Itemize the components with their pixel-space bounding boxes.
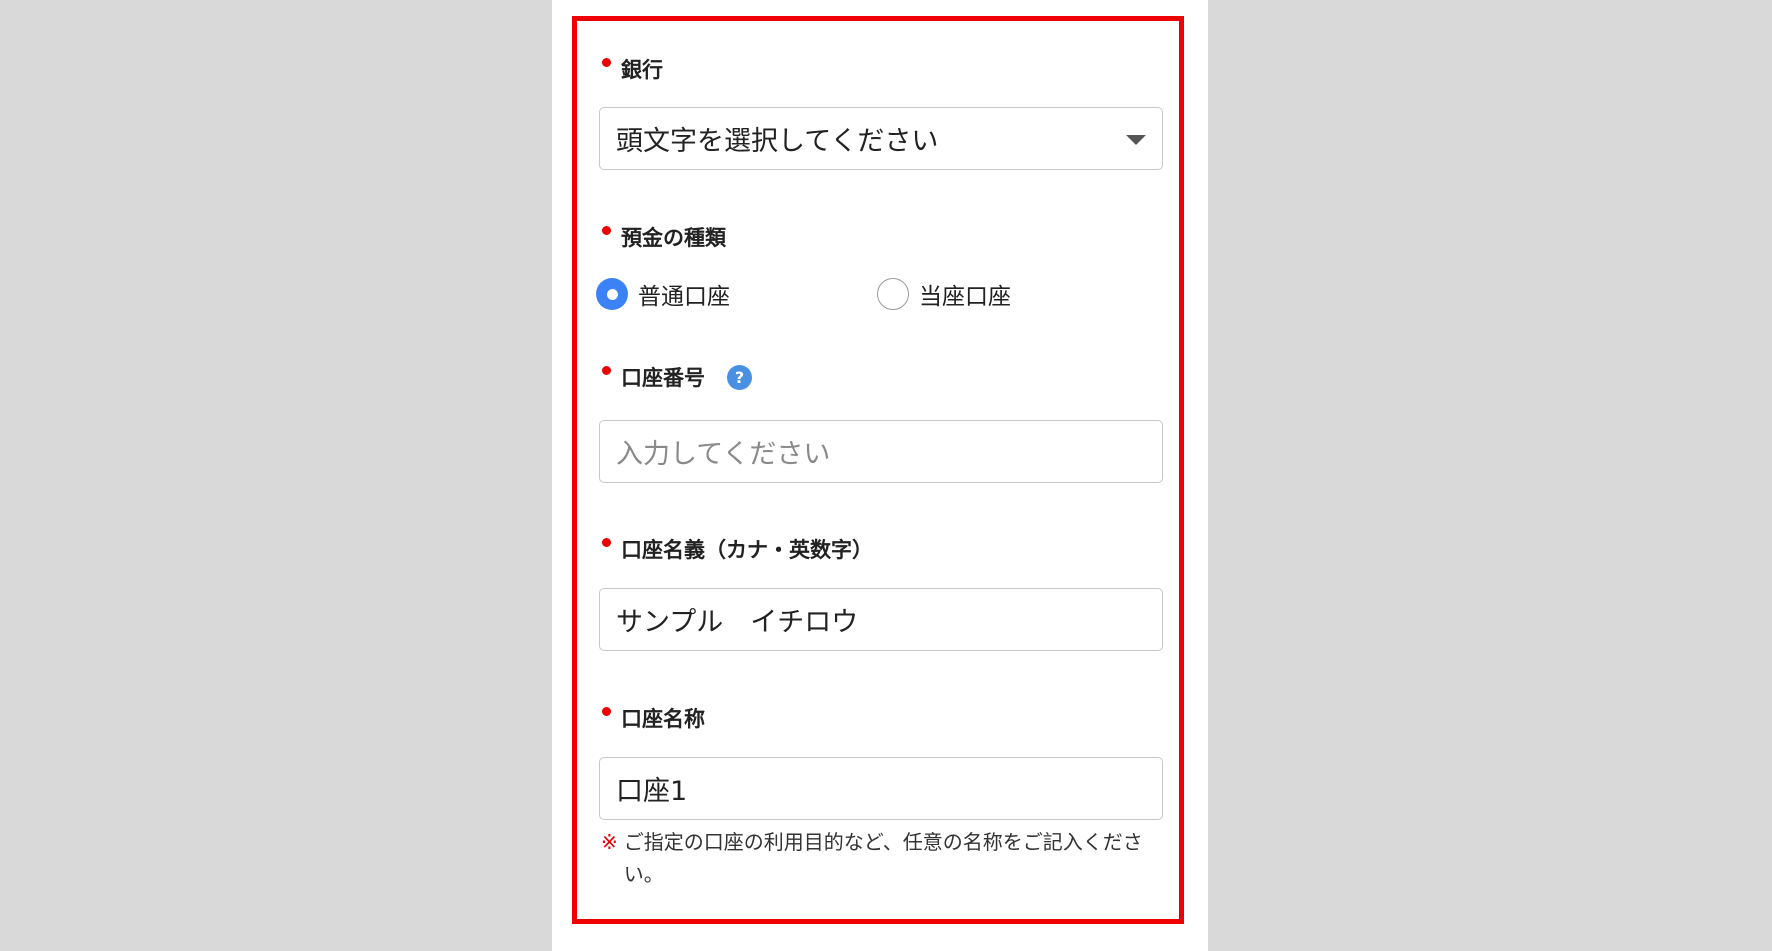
required-marker [602, 57, 611, 67]
required-marker [602, 365, 611, 375]
radio-unchecked-icon [877, 278, 909, 310]
required-marker [602, 706, 611, 716]
account-number-label: 口座番号 ? [602, 362, 752, 392]
deposit-type-label-text: 預金の種類 [621, 226, 726, 250]
radio-ordinary-account[interactable]: 普通口座 [596, 277, 730, 311]
radio-checked-icon [596, 278, 628, 310]
account-number-input[interactable]: 入力してください [599, 420, 1163, 483]
bank-select[interactable]: 頭文字を選択してください [599, 107, 1163, 170]
bank-label: 銀行 [602, 54, 663, 84]
bank-label-text: 銀行 [621, 58, 663, 82]
required-marker [602, 537, 611, 547]
account-holder-value: サンプル イチロウ [616, 607, 859, 638]
required-marker [602, 225, 611, 235]
radio-checking-account[interactable]: 当座口座 [877, 277, 1011, 311]
deposit-type-label: 預金の種類 [602, 222, 726, 252]
account-name-input[interactable]: 口座1 [599, 757, 1163, 820]
radio-ordinary-label: 普通口座 [638, 284, 730, 310]
account-holder-label-text: 口座名義（カナ・英数字） [621, 538, 873, 562]
account-number-label-text: 口座番号 [621, 366, 705, 390]
radio-checking-label: 当座口座 [919, 284, 1011, 310]
question-circle-icon[interactable]: ? [727, 364, 752, 390]
account-name-label-text: 口座名称 [621, 707, 705, 731]
account-name-label: 口座名称 [602, 703, 705, 733]
bank-select-value: 頭文字を選択してください [616, 126, 939, 157]
account-name-value: 口座1 [616, 776, 688, 807]
account-holder-input[interactable]: サンプル イチロウ [599, 588, 1163, 651]
note-mark: ※ [601, 830, 618, 854]
account-name-note: ※ ご指定の口座の利用目的など、任意の名称をご記入ください。 [601, 826, 1167, 890]
triangle-down-icon [1126, 135, 1146, 145]
account-holder-label: 口座名義（カナ・英数字） [602, 534, 873, 564]
note-text: ご指定の口座の利用目的など、任意の名称をご記入ください。 [623, 830, 1143, 886]
account-number-placeholder: 入力してください [616, 439, 831, 470]
